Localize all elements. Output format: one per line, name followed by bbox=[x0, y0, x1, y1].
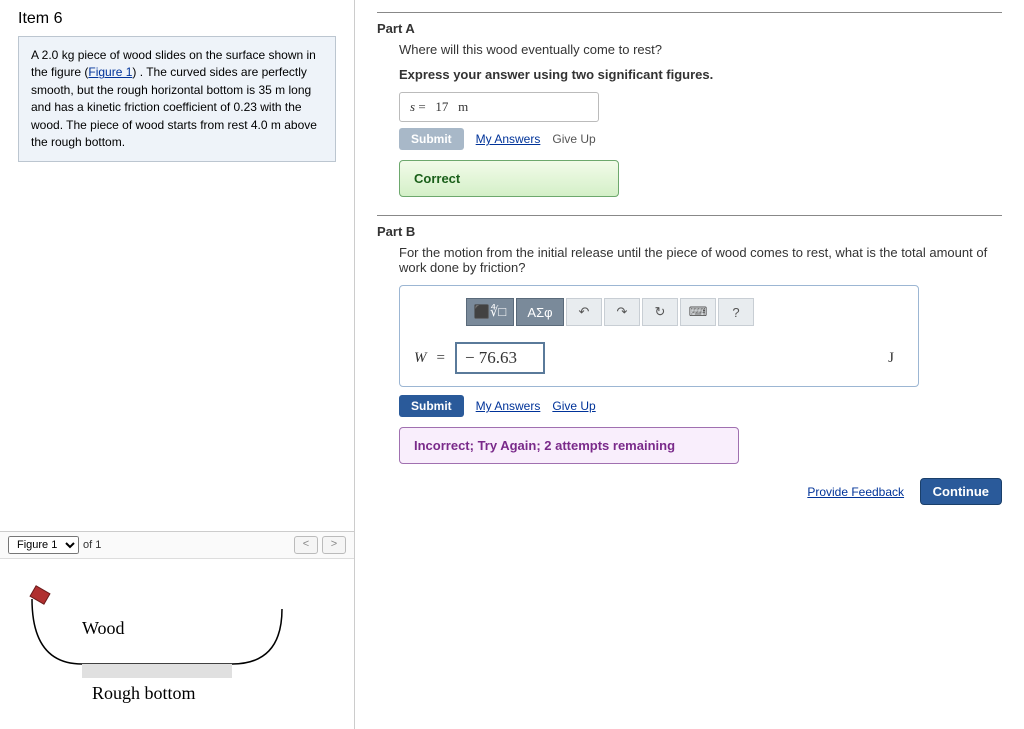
tool-redo-button[interactable]: ↷ bbox=[604, 298, 640, 326]
provide-feedback-link[interactable]: Provide Feedback bbox=[807, 485, 904, 499]
equation-toolbar: ⬛∜□ ΑΣφ ↶ ↷ ↻ ⌨ ? bbox=[466, 298, 904, 326]
figure-panel: Figure 1 of 1 < > Wood Rough bottom bbox=[0, 531, 354, 729]
label-rough: Rough bottom bbox=[92, 683, 196, 703]
figure-svg: Wood Rough bottom bbox=[12, 579, 302, 709]
part-a-feedback: Correct bbox=[399, 160, 619, 197]
part-a-var: s bbox=[410, 99, 415, 114]
part-b-my-answers-link[interactable]: My Answers bbox=[476, 399, 541, 413]
continue-button[interactable]: Continue bbox=[920, 478, 1002, 505]
part-a-question: Where will this wood eventually come to … bbox=[399, 42, 1002, 57]
figure-select[interactable]: Figure 1 bbox=[8, 536, 79, 554]
label-wood: Wood bbox=[82, 618, 125, 638]
part-a-answer-display: s = 17 m bbox=[399, 92, 599, 122]
figure-prev-button[interactable]: < bbox=[294, 536, 318, 554]
figure-link[interactable]: Figure 1 bbox=[88, 65, 132, 79]
figure-header: Figure 1 of 1 < > bbox=[0, 532, 354, 559]
part-b-input-panel: ⬛∜□ ΑΣφ ↶ ↷ ↻ ⌨ ? W = − 76.63 J bbox=[399, 285, 919, 387]
part-a-val: 17 bbox=[435, 99, 448, 114]
part-b-submit-button[interactable]: Submit bbox=[399, 395, 464, 417]
right-panel: Part A Where will this wood eventually c… bbox=[355, 0, 1024, 729]
part-b-feedback: Incorrect; Try Again; 2 attempts remaini… bbox=[399, 427, 739, 464]
part-b-question: For the motion from the initial release … bbox=[399, 245, 1002, 275]
part-a-heading: Part A bbox=[377, 21, 1002, 36]
tool-greek-button[interactable]: ΑΣφ bbox=[516, 298, 564, 326]
tool-help-button[interactable]: ? bbox=[718, 298, 754, 326]
tool-keyboard-button[interactable]: ⌨ bbox=[680, 298, 716, 326]
part-a-instruction: Express your answer using two significan… bbox=[399, 67, 1002, 82]
part-b-heading: Part B bbox=[377, 224, 1002, 239]
item-title: Item 6 bbox=[0, 0, 354, 36]
problem-statement: A 2.0 kg piece of wood slides on the sur… bbox=[18, 36, 336, 162]
figure-next-button[interactable]: > bbox=[322, 536, 346, 554]
part-b-eq-sign: = bbox=[437, 350, 445, 367]
left-panel: Item 6 A 2.0 kg piece of wood slides on … bbox=[0, 0, 355, 729]
figure-body: Wood Rough bottom bbox=[0, 559, 354, 729]
part-divider bbox=[377, 215, 1002, 216]
part-a-unit: m bbox=[458, 99, 468, 114]
tool-undo-button[interactable]: ↶ bbox=[566, 298, 602, 326]
part-b-give-up-link[interactable]: Give Up bbox=[552, 399, 595, 413]
tool-template-button[interactable]: ⬛∜□ bbox=[466, 298, 514, 326]
part-a-submit-button[interactable]: Submit bbox=[399, 128, 464, 150]
part-b-answer-input[interactable]: − 76.63 bbox=[455, 342, 545, 374]
part-b-unit: J bbox=[888, 350, 894, 367]
part-a-eq: = bbox=[418, 99, 425, 114]
top-divider bbox=[377, 12, 1002, 13]
part-b-var: W bbox=[414, 350, 427, 367]
footer: Provide Feedback Continue bbox=[377, 478, 1002, 505]
part-a-give-up: Give Up bbox=[552, 132, 595, 146]
tool-reset-button[interactable]: ↻ bbox=[642, 298, 678, 326]
part-a-my-answers-link[interactable]: My Answers bbox=[476, 132, 541, 146]
figure-count: of 1 bbox=[83, 539, 101, 551]
